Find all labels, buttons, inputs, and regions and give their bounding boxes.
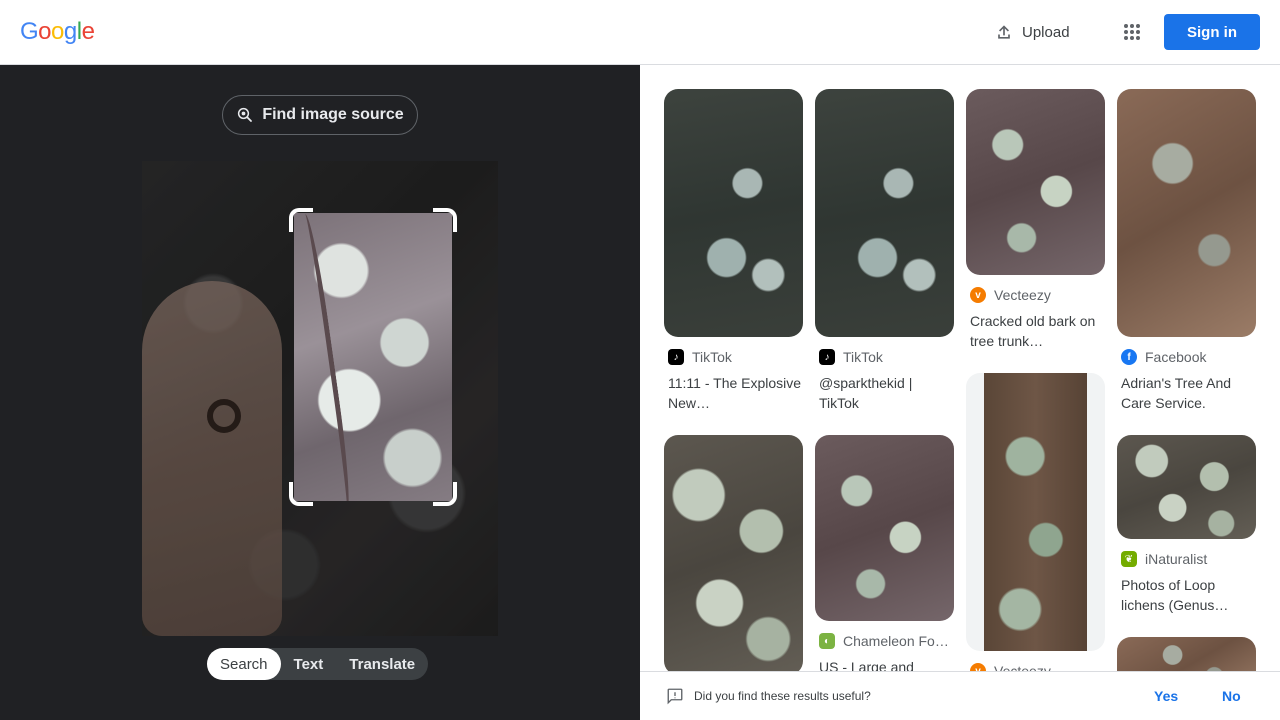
result-thumbnail[interactable] xyxy=(1117,89,1256,337)
result-thumbnail[interactable] xyxy=(664,89,803,337)
crop-handle-top-right[interactable] xyxy=(433,208,457,232)
tiktok-icon: ♪ xyxy=(668,349,684,365)
lens-search-icon xyxy=(238,107,253,122)
inaturalist-icon: ❦ xyxy=(1121,551,1137,567)
trunk-image xyxy=(984,373,1087,651)
google-logo[interactable]: Google xyxy=(20,18,95,46)
vecteezy-icon: v xyxy=(970,287,986,303)
result-card[interactable] xyxy=(1117,637,1256,671)
logo-letter: o xyxy=(51,18,64,45)
result-thumbnail[interactable] xyxy=(815,435,954,621)
result-card[interactable]: ♪ TikTok @sparkthekid | TikTok xyxy=(815,89,954,413)
upload-icon xyxy=(998,25,1010,39)
find-image-source-button[interactable]: Find image source xyxy=(222,95,418,135)
result-source-label: iNaturalist xyxy=(1145,551,1208,567)
result-source: v Vecteezy xyxy=(966,287,1105,303)
crop-handle-top-left[interactable] xyxy=(289,208,313,232)
apps-button[interactable] xyxy=(1116,16,1148,48)
result-source: ♪ TikTok xyxy=(664,349,803,365)
result-source-label: TikTok xyxy=(843,349,883,365)
result-source: ❦ iNaturalist xyxy=(1117,551,1256,567)
result-card[interactable]: ❦ iNaturalist Photos of Loop lichens (Ge… xyxy=(1117,435,1256,615)
feedback-yes-button[interactable]: Yes xyxy=(1154,688,1178,704)
result-thumbnail[interactable] xyxy=(1117,637,1256,671)
crop-handle-bottom-left[interactable] xyxy=(289,482,313,506)
result-source-label: Facebook xyxy=(1145,349,1207,365)
sign-in-button[interactable]: Sign in xyxy=(1164,14,1260,50)
apps-grid-icon xyxy=(1124,24,1140,40)
upload-label: Upload xyxy=(1022,23,1070,41)
result-source: v Vecteezy xyxy=(966,663,1105,671)
result-title[interactable]: Adrian's Tree And Care Service. xyxy=(1117,373,1256,413)
upload-button[interactable]: Upload xyxy=(982,16,1082,48)
result-source-label: Vecteezy xyxy=(994,287,1051,303)
result-source-label: Chameleon Fo… xyxy=(843,633,949,649)
result-card[interactable]: ◐ Chameleon Fo… US - Large and xyxy=(815,435,954,671)
result-title[interactable]: US - Large and xyxy=(815,657,954,671)
result-card[interactable]: v Vecteezy xyxy=(966,373,1105,671)
result-thumbnail[interactable] xyxy=(966,373,1105,651)
tab-search[interactable]: Search xyxy=(207,648,281,680)
result-card[interactable]: v Vecteezy Cracked old bark on tree trun… xyxy=(966,89,1105,351)
logo-letter: o xyxy=(38,18,52,45)
query-image-panel: Find image source Search Text Translate xyxy=(0,65,640,720)
result-thumbnail[interactable] xyxy=(1117,435,1256,539)
result-card[interactable]: ♪ TikTok 11:11 - The Explosive New… xyxy=(664,89,803,413)
facebook-icon: f xyxy=(1121,349,1137,365)
result-thumbnail[interactable] xyxy=(815,89,954,337)
result-title[interactable]: Cracked old bark on tree trunk… xyxy=(966,311,1105,351)
result-card[interactable]: f Facebook Adrian's Tree And Care Servic… xyxy=(1117,89,1256,413)
result-source: f Facebook xyxy=(1117,349,1256,365)
header: Google Upload Sign in xyxy=(0,0,1280,65)
logo-letter: G xyxy=(20,18,39,45)
feedback-icon xyxy=(667,688,683,705)
result-thumbnail[interactable] xyxy=(664,435,803,671)
tiktok-icon: ♪ xyxy=(819,349,835,365)
feedback-bar: Did you find these results useful? Yes N… xyxy=(640,671,1280,720)
feedback-question: Did you find these results useful? xyxy=(694,689,871,703)
result-source: ♪ TikTok xyxy=(815,349,954,365)
visual-matches: ♪ TikTok 11:11 - The Explosive New… ♪ Ti… xyxy=(640,65,1280,671)
crop-texture xyxy=(294,213,355,501)
vecteezy-icon: v xyxy=(970,663,986,671)
logo-letter: e xyxy=(81,18,95,45)
crop-selection[interactable] xyxy=(294,213,452,501)
result-thumbnail[interactable] xyxy=(966,89,1105,275)
feedback-no-button[interactable]: No xyxy=(1222,688,1241,704)
result-title[interactable]: @sparkthekid | TikTok xyxy=(815,373,954,413)
result-title[interactable]: Photos of Loop lichens (Genus… xyxy=(1117,575,1256,615)
tab-text[interactable]: Text xyxy=(281,648,337,680)
result-card[interactable] xyxy=(664,435,803,671)
result-title[interactable]: 11:11 - The Explosive New… xyxy=(664,373,803,413)
find-image-source-label: Find image source xyxy=(262,106,404,123)
result-source-label: TikTok xyxy=(692,349,732,365)
result-source-label: Vecteezy xyxy=(994,663,1051,671)
logo-letter: g xyxy=(63,18,77,45)
result-source: ◐ Chameleon Fo… xyxy=(815,633,954,649)
lens-mode-tabs: Search Text Translate xyxy=(207,648,429,680)
tab-translate[interactable]: Translate xyxy=(336,648,428,680)
crop-handle-bottom-right[interactable] xyxy=(433,482,457,506)
chameleon-icon: ◐ xyxy=(819,633,835,649)
